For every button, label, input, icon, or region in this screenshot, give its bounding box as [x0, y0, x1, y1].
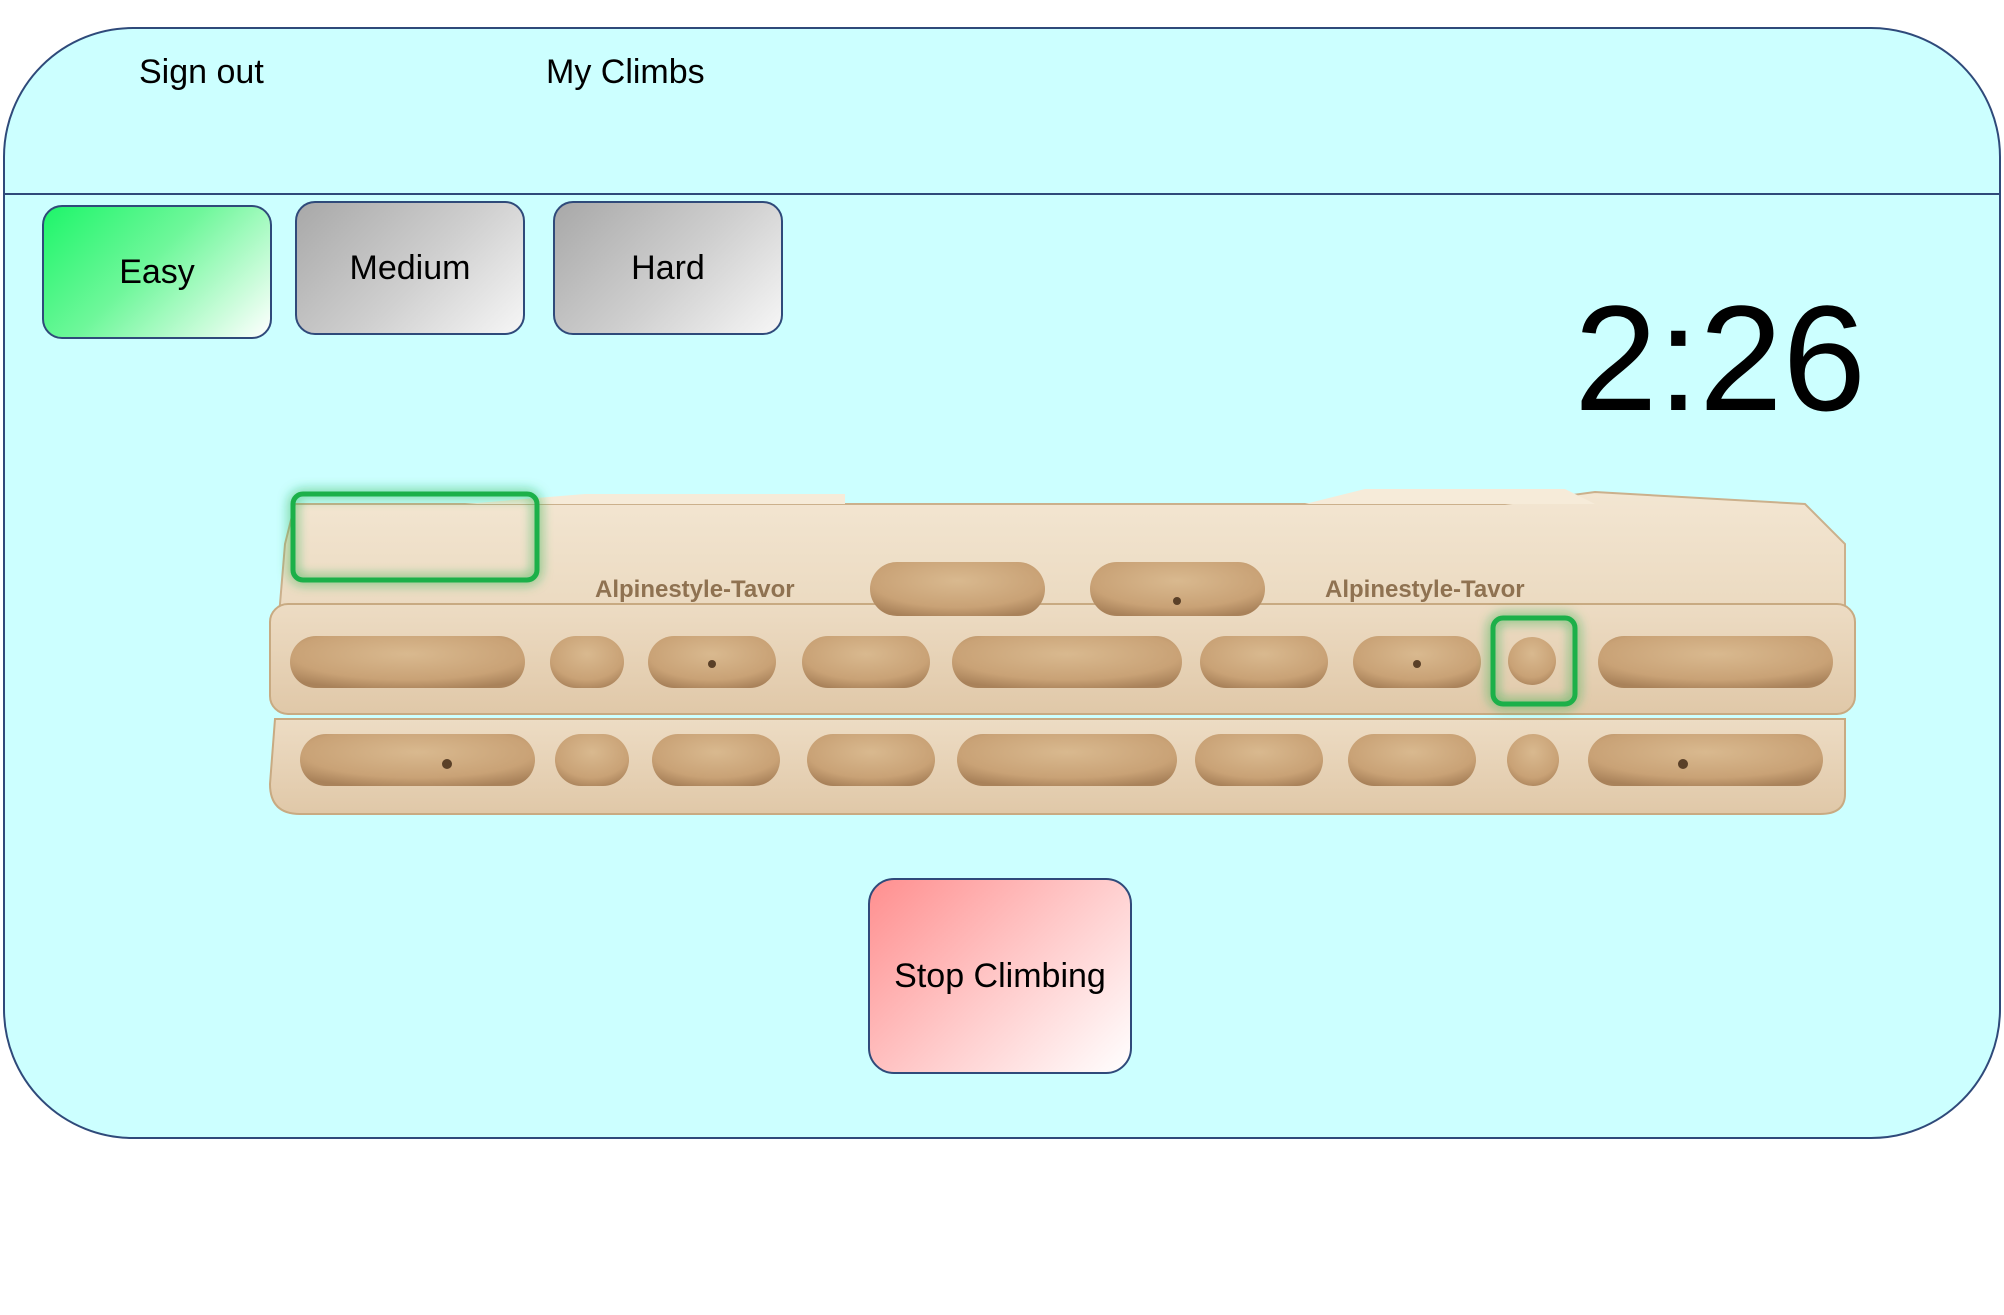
hangboard-image: Alpinestyle-Tavor Alpinestyle-Tavor — [268, 489, 1856, 815]
stop-climbing-button[interactable]: Stop Climbing — [868, 878, 1132, 1074]
app-frame: Sign out My Climbs Easy Medium Hard 2:26 — [3, 27, 2001, 1139]
my-climbs-link[interactable]: My Climbs — [546, 53, 705, 92]
brand-text-right: Alpinestyle-Tavor — [1325, 576, 1525, 603]
brand-text-left: Alpinestyle-Tavor — [595, 576, 795, 603]
header-divider — [5, 193, 1999, 195]
medium-button[interactable]: Medium — [295, 201, 525, 335]
sign-out-link[interactable]: Sign out — [139, 53, 264, 92]
hard-button[interactable]: Hard — [553, 201, 783, 335]
countdown-timer: 2:26 — [1574, 274, 1866, 442]
easy-button[interactable]: Easy — [42, 205, 272, 339]
